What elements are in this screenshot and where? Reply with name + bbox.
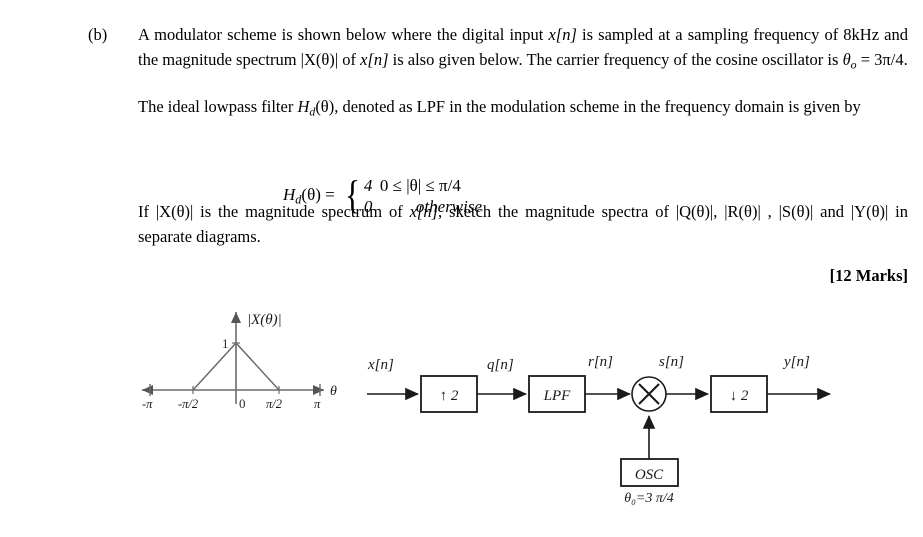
filter-hd-symbol: Hd: [297, 97, 315, 118]
block-downsampler-label: ↓ 2: [730, 388, 749, 404]
question-body: A modulator scheme is shown below where …: [138, 22, 908, 249]
oscillator-frequency-label: θ₀=3 π/4: [624, 491, 674, 506]
question-page: (b) A modulator scheme is shown below wh…: [0, 0, 923, 537]
label-signal-after-upsampler: q[n]: [487, 357, 514, 373]
signal-x-of-n-inline-1: x[n]: [548, 25, 577, 44]
equation-brace-icon: {: [344, 172, 361, 217]
block-diagram: x[n] q[n] r[n] s[n] y[n] ↑ 2 LPF ↓ 2 OSC…: [367, 354, 831, 506]
question-text-block: (b) A modulator scheme is shown below wh…: [88, 22, 908, 249]
question-row: (b) A modulator scheme is shown below wh…: [88, 22, 908, 249]
spectrum-xtick-label-neg-half-pi: -π/2: [178, 397, 198, 411]
signal-x-of-n-inline-2: x[n]: [360, 50, 389, 69]
carrier-frequency-expression: θo = 3π/4.: [842, 50, 908, 71]
equation-theta-equals: (θ) =: [301, 184, 335, 204]
label-signal-output: y[n]: [782, 354, 810, 370]
equation-h-letter: H: [283, 184, 296, 204]
question-label: (b): [88, 25, 108, 44]
spectrum-xtick-label-zero: 0: [239, 396, 246, 411]
spectrum-x-axis-label: θ: [330, 384, 337, 399]
equation-case-1-condition: 0 ≤ |θ| ≤ π/4: [379, 176, 461, 195]
paragraph-1: A modulator scheme is shown below where …: [138, 22, 908, 77]
label-signal-input: x[n]: [367, 357, 394, 373]
equation-case-row-1: 4 0 ≤ |θ| ≤ π/4: [364, 175, 482, 196]
equation-case-1-value: 4: [363, 176, 373, 195]
block-lpf-label: LPF: [543, 388, 572, 404]
spectrum-title: |X(θ)|: [247, 312, 282, 328]
theta-value: = 3π/4.: [856, 50, 908, 69]
paragraph-1-part-a: A modulator scheme is shown below where …: [138, 25, 549, 44]
paragraph-2: The ideal lowpass filter Hd(θ), denoted …: [138, 94, 908, 124]
equation-case-2-value: 0: [363, 197, 373, 216]
paragraph-2-part-a: The ideal lowpass filter: [138, 97, 298, 117]
marks-allocation: [12 Marks]: [829, 266, 908, 285]
block-upsampler-label: ↑ 2: [440, 388, 459, 404]
spectrum-peak-label: 1: [222, 336, 229, 351]
spectrum-xtick-label-pi: π: [314, 397, 321, 411]
spectrum-xtick-label-neg-pi: -π: [142, 397, 153, 411]
label-signal-after-lpf: r[n]: [588, 354, 613, 370]
equation-case-2-condition: otherwise: [415, 197, 483, 216]
equation-left-hand-side: Hd(θ) =: [283, 185, 343, 207]
paragraph-1-part-c: is also given below. The carrier frequen…: [388, 50, 843, 69]
paragraph-3: If |X(θ)| is the magnitude spectrum of x…: [138, 199, 908, 249]
filter-equation: Hd(θ) = { 4 0 ≤ |θ| ≤ π/4 0 otherwise: [283, 175, 482, 217]
label-signal-after-mixer: s[n]: [659, 354, 684, 370]
block-oscillator-label: OSC: [635, 467, 664, 483]
spectrum-xtick-label-half-pi: π/2: [266, 397, 282, 411]
paragraph-2-part-b: (θ), denoted as LPF in the modulation sc…: [315, 97, 861, 117]
figure-area: |X(θ)| 1 θ -π -π/2 0 π/2 π x[n] q[n] r[n…: [0, 296, 923, 537]
equation-cases: 4 0 ≤ |θ| ≤ π/4 0 otherwise: [364, 175, 482, 217]
equation-case-row-2: 0 otherwise: [364, 196, 482, 217]
theta-symbol: θ: [842, 50, 851, 69]
spectrum-plot: |X(θ)| 1 θ -π -π/2 0 π/2 π: [142, 312, 337, 411]
filter-h-letter: H: [297, 97, 310, 117]
